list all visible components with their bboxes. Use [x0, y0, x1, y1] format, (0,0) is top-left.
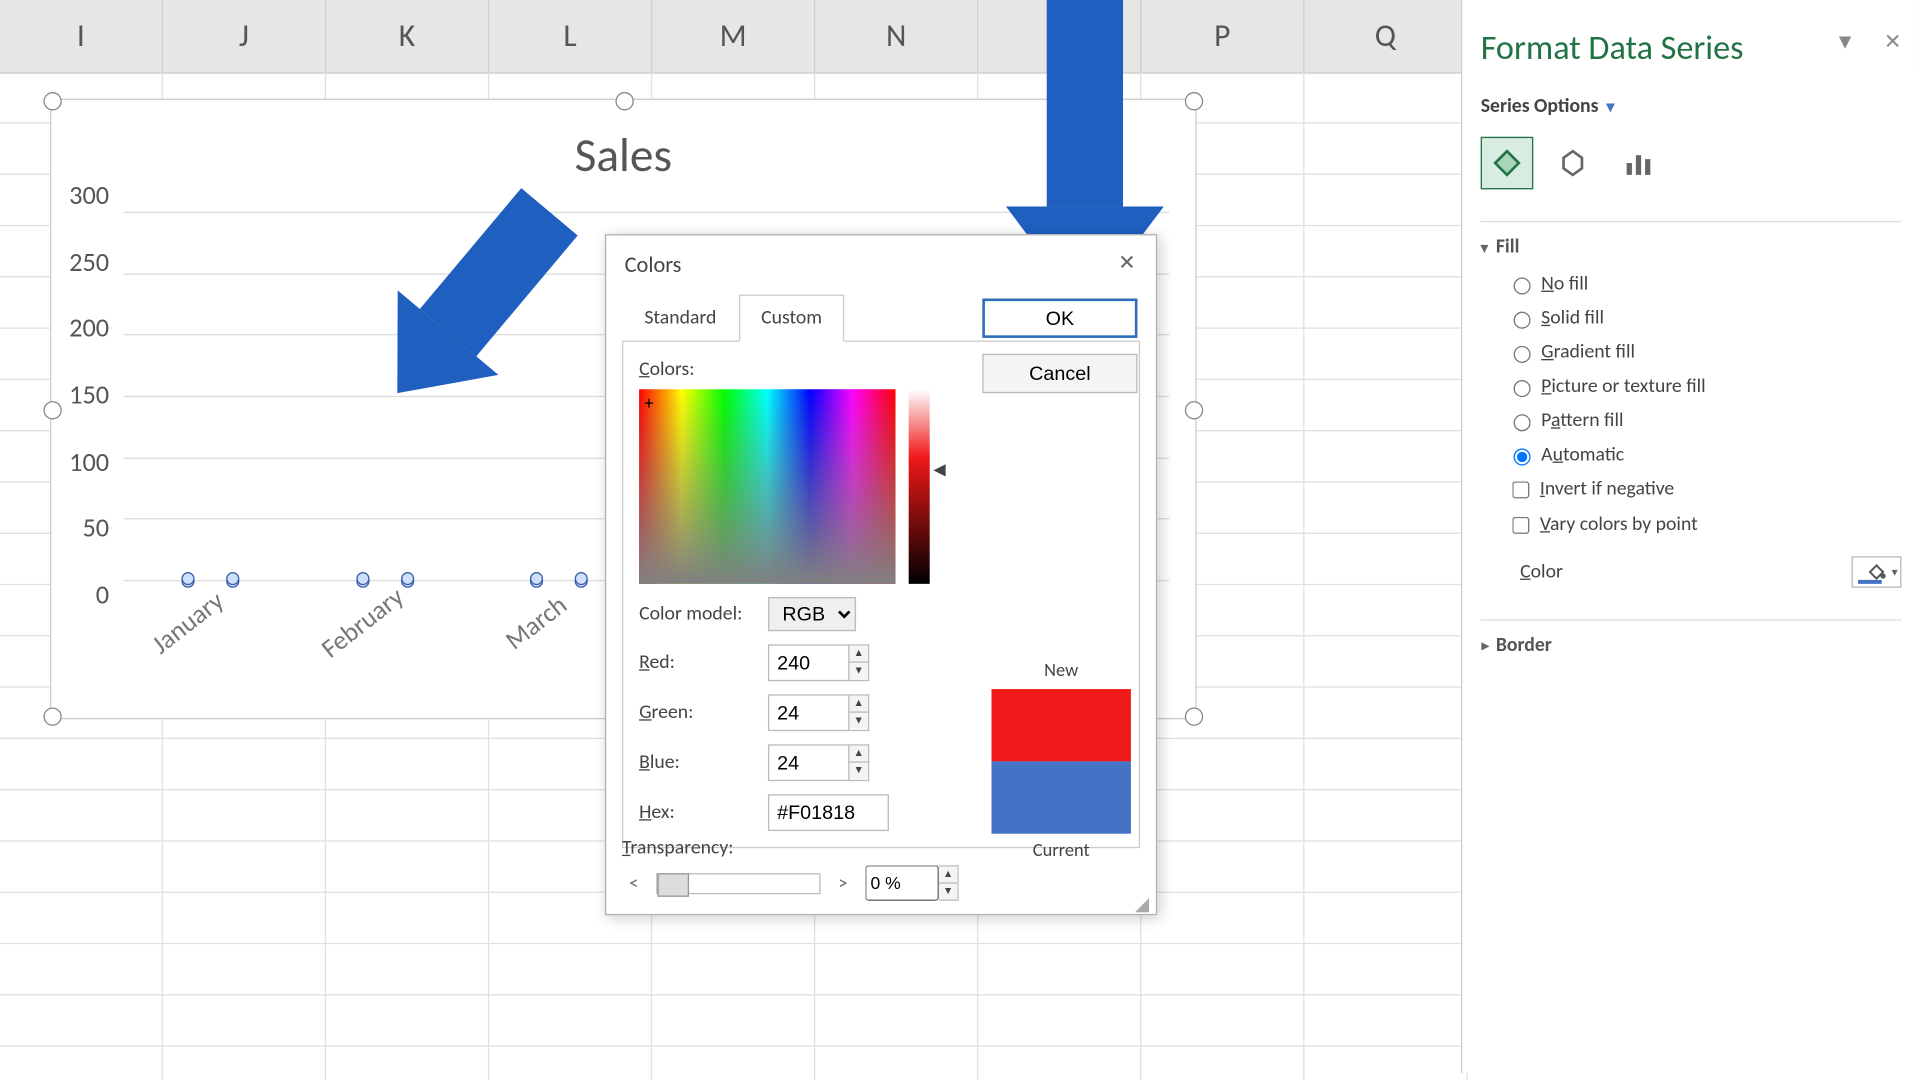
column-header[interactable]: Q — [1304, 0, 1467, 72]
chart-resize-handle[interactable] — [43, 92, 61, 110]
blue-label: Blue: — [639, 751, 768, 775]
hex-label: Hex: — [639, 801, 768, 825]
current-color-label: Current — [982, 839, 1140, 861]
radio-gradient-fill[interactable]: Gradient fill — [1507, 341, 1902, 365]
column-header[interactable]: K — [326, 0, 489, 72]
x-tick-label: February — [284, 557, 486, 747]
y-tick-label: 150 — [69, 380, 109, 412]
y-tick-label: 0 — [96, 580, 109, 612]
border-section-header[interactable]: ▾Border — [1481, 634, 1902, 658]
chevron-down-icon: ▾ — [1892, 565, 1898, 579]
hex-input[interactable] — [768, 794, 889, 831]
chart-resize-handle[interactable] — [615, 92, 633, 110]
colors-dialog: Colors ✕ Standard Custom Colors: + ◀ Col… — [605, 234, 1157, 915]
pane-options-icon[interactable]: ▼ — [1835, 30, 1856, 55]
fill-section-header[interactable]: ▾Fill — [1481, 235, 1902, 259]
transparency-spinner[interactable]: ▲▼ — [939, 865, 959, 901]
transparency-slider[interactable] — [656, 873, 820, 894]
x-tick-label: January — [110, 557, 312, 747]
dialog-title: Colors — [606, 235, 1156, 294]
transparency-input[interactable] — [865, 865, 939, 901]
luminance-pointer-icon: ◀ — [933, 460, 945, 480]
color-model-select[interactable]: RGB — [768, 597, 856, 631]
series-options-icon[interactable] — [1612, 137, 1665, 190]
red-spinner[interactable]: ▲▼ — [849, 644, 869, 681]
spectrum-crosshair-icon: + — [644, 397, 653, 410]
format-pane: Format Data Series ▼ ✕ Series Options▾ ▾… — [1461, 0, 1920, 1073]
y-tick-label: 250 — [69, 247, 109, 279]
close-icon[interactable]: ✕ — [1111, 249, 1143, 281]
check-vary-colors[interactable]: Vary colors by point — [1507, 513, 1698, 537]
tab-standard[interactable]: Standard — [622, 295, 739, 342]
color-label: Color — [1520, 560, 1563, 584]
app-stage: IJKLMNOPQ ▲ Sales 050100150200250300 Jan… — [0, 0, 1920, 1073]
y-tick-label: 300 — [69, 180, 109, 212]
new-color-label: New — [982, 659, 1140, 681]
green-spinner[interactable]: ▲▼ — [849, 694, 869, 731]
current-color-swatch — [992, 761, 1131, 833]
y-tick-label: 50 — [82, 513, 109, 545]
y-tick-label: 100 — [69, 447, 109, 479]
transparency-label: Transparency: — [622, 836, 959, 860]
luminance-slider[interactable]: ◀ — [909, 389, 930, 584]
y-axis[interactable]: 050100150200250300 — [51, 196, 117, 596]
color-model-label: Color model: — [639, 602, 768, 626]
column-header[interactable]: L — [489, 0, 652, 72]
column-header[interactable]: J — [163, 0, 326, 72]
transparency-dec[interactable]: < — [622, 872, 646, 894]
green-label: Green: — [639, 701, 768, 725]
effects-icon[interactable] — [1546, 137, 1599, 190]
fill-color-button[interactable]: ▾ — [1852, 556, 1902, 588]
tab-custom[interactable]: Custom — [739, 295, 845, 342]
fill-line-icon[interactable] — [1481, 137, 1534, 190]
check-invert-negative[interactable]: Invert if negative — [1507, 477, 1674, 501]
color-spectrum[interactable]: + — [639, 389, 895, 584]
radio-automatic[interactable]: Automatic — [1507, 443, 1902, 467]
blue-spinner[interactable]: ▲▼ — [849, 744, 869, 781]
radio-picture-fill[interactable]: Picture or texture fill — [1507, 375, 1902, 399]
chevron-down-icon: ▾ — [1606, 99, 1614, 117]
radio-no-fill[interactable]: No fill — [1507, 272, 1902, 296]
y-tick-label: 200 — [69, 313, 109, 345]
pane-close-icon[interactable]: ✕ — [1884, 30, 1902, 55]
green-input[interactable] — [768, 694, 850, 731]
series-options-dropdown[interactable]: Series Options▾ — [1481, 95, 1902, 119]
color-preview — [992, 689, 1131, 834]
radio-solid-fill[interactable]: Solid fill — [1507, 306, 1902, 330]
column-header[interactable]: M — [652, 0, 815, 72]
chart-resize-handle[interactable] — [1185, 92, 1203, 110]
resize-grip-icon[interactable]: ◢ — [1135, 893, 1153, 911]
radio-pattern-fill[interactable]: Pattern fill — [1507, 409, 1902, 433]
column-header[interactable]: I — [0, 0, 163, 72]
transparency-inc[interactable]: > — [831, 872, 855, 894]
red-input[interactable] — [768, 644, 850, 681]
chart-resize-handle[interactable] — [1185, 401, 1203, 419]
red-label: Red: — [639, 651, 768, 675]
new-color-swatch — [992, 689, 1131, 761]
chart-resize-handle[interactable] — [1185, 707, 1203, 725]
ok-button[interactable]: OK — [982, 299, 1137, 338]
cancel-button[interactable]: Cancel — [982, 354, 1137, 393]
column-header[interactable]: N — [815, 0, 978, 72]
blue-input[interactable] — [768, 744, 850, 781]
chart-resize-handle[interactable] — [43, 707, 61, 725]
column-header[interactable]: P — [1141, 0, 1304, 72]
slider-thumb[interactable] — [658, 873, 690, 897]
